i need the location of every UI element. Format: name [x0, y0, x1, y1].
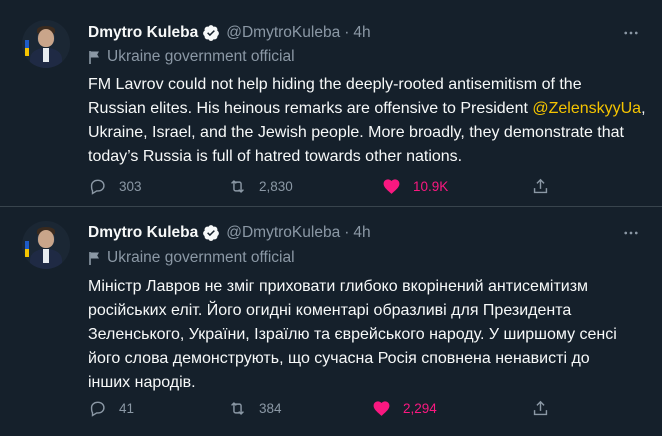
author-name[interactable]: Dmytro Kuleba: [88, 224, 198, 242]
affiliation-label: Ukraine government official: [88, 48, 295, 66]
tweet-header: Dmytro Kuleba @DmytroKuleba · 4h: [88, 22, 371, 44]
tweet-header: Dmytro Kuleba @DmytroKuleba · 4h: [88, 222, 371, 244]
like-count: 10.9K: [413, 178, 449, 194]
like-button[interactable]: 2,294: [372, 396, 437, 420]
tweet-text: Міністр Лавров не зміг приховати глибоко…: [88, 278, 617, 391]
separator-dot: ·: [344, 224, 350, 241]
share-icon: [533, 178, 548, 193]
mention-link[interactable]: @ZelenskyyUa: [532, 100, 641, 117]
author-handle[interactable]: @DmytroKuleba: [226, 224, 340, 242]
more-icon[interactable]: [622, 24, 640, 42]
tweet-text-part: FM Lavrov could not help hiding the deep…: [88, 76, 582, 117]
reply-button[interactable]: 41: [88, 396, 134, 420]
verified-badge-icon: [203, 25, 220, 41]
more-icon[interactable]: [622, 224, 640, 242]
retweet-count: 2,830: [259, 178, 293, 194]
affiliation-label: Ukraine government official: [88, 249, 295, 267]
author-name[interactable]: Dmytro Kuleba: [88, 24, 198, 42]
retweet-icon: [231, 179, 244, 193]
avatar[interactable]: [22, 20, 70, 68]
tweet-actions: 303 2,830 10.9K: [88, 174, 558, 198]
retweet-button[interactable]: 2,830: [228, 174, 293, 198]
affiliation-text: Ukraine government official: [107, 249, 295, 266]
government-flag-icon: [89, 51, 99, 64]
timestamp[interactable]: 4h: [353, 24, 370, 42]
like-icon: [373, 400, 390, 416]
avatar[interactable]: [22, 221, 70, 269]
author-handle[interactable]: @DmytroKuleba: [226, 24, 340, 42]
retweet-icon: [231, 401, 244, 415]
reply-icon: [90, 401, 105, 417]
like-button[interactable]: 10.9K: [382, 174, 448, 198]
share-button[interactable]: [531, 174, 562, 198]
timestamp[interactable]: 4h: [353, 224, 370, 242]
reply-icon: [90, 179, 105, 195]
separator-dot: ·: [344, 24, 350, 41]
tweet-text: FM Lavrov could not help hiding the deep…: [88, 73, 648, 169]
retweet-button[interactable]: 384: [228, 396, 282, 420]
government-flag-icon: [89, 252, 99, 265]
like-count: 2,294: [403, 400, 437, 416]
reply-count: 41: [119, 400, 135, 416]
like-icon: [383, 178, 400, 194]
tweet[interactable]: Dmytro Kuleba @DmytroKuleba · 4h Ukraine…: [0, 0, 662, 207]
tweet[interactable]: Dmytro Kuleba @DmytroKuleba · 4h Ukraine…: [0, 207, 662, 436]
reply-count: 303: [119, 178, 142, 194]
retweet-count: 384: [259, 400, 282, 416]
verified-badge-icon: [203, 225, 220, 241]
share-button[interactable]: [531, 396, 562, 420]
share-icon: [533, 400, 548, 415]
tweet-actions: 41 384 2,294: [88, 396, 558, 420]
reply-button[interactable]: 303: [88, 174, 142, 198]
affiliation-text: Ukraine government official: [107, 48, 295, 65]
